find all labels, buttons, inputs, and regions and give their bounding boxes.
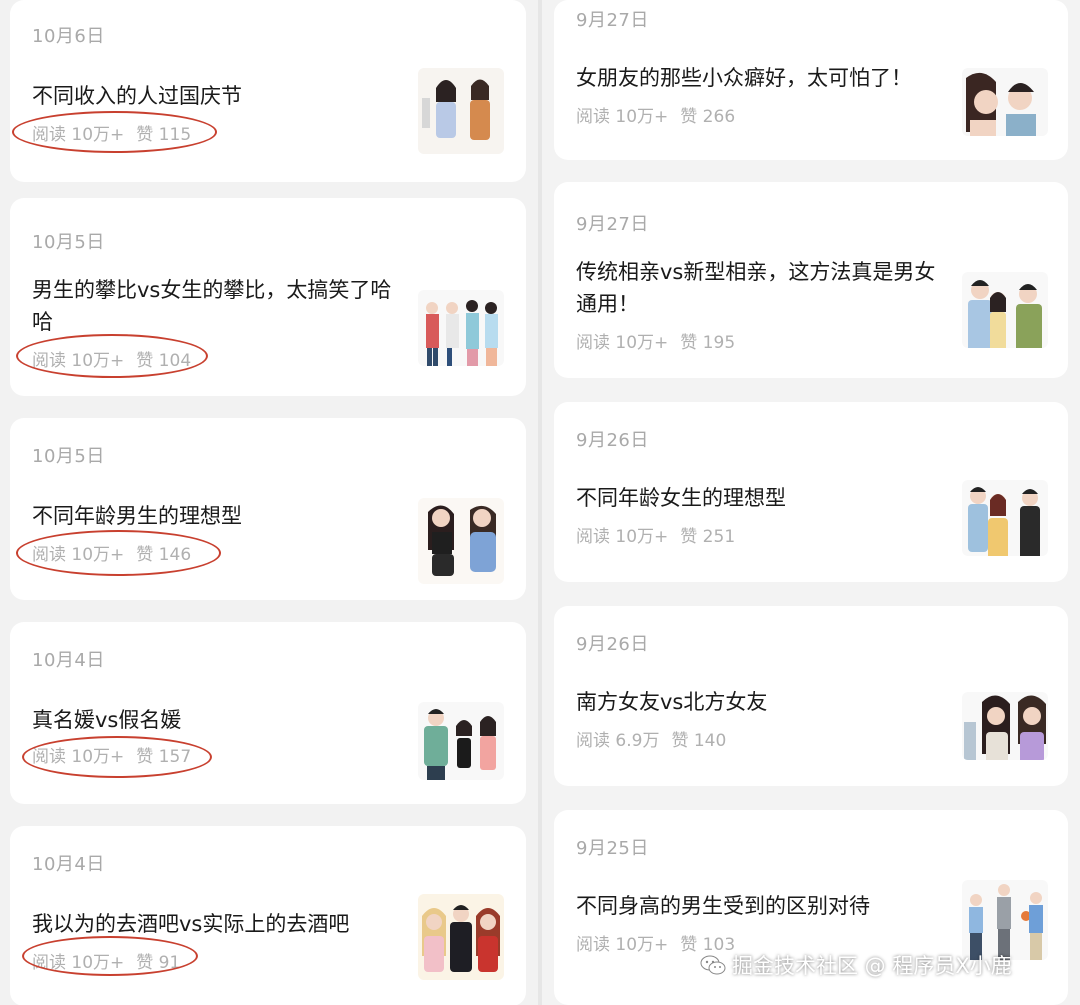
highlight-oval: [16, 334, 208, 378]
read-count: 阅读 10万+: [576, 333, 669, 353]
article-date: 9月26日: [576, 430, 649, 451]
article-date: 9月27日: [576, 214, 649, 235]
article-thumbnail[interactable]: [962, 480, 1048, 556]
article-title: 女朋友的那些小众癖好，太可怕了！: [576, 66, 912, 90]
article-thumbnail[interactable]: [418, 290, 504, 366]
article-title: 真名媛vs假名媛: [32, 708, 182, 732]
illustration-group-of-people-icon: [418, 290, 504, 366]
read-count: 阅读 6.9万: [576, 731, 660, 751]
article-title: 不同年龄男生的理想型: [32, 504, 242, 528]
illustration-man-and-women-icon: [418, 702, 504, 780]
article-thumbnail[interactable]: [962, 692, 1048, 760]
illustration-two-women-icon: [962, 692, 1048, 760]
read-count: 阅读 10万+: [576, 527, 669, 547]
article-date: 9月26日: [576, 634, 649, 655]
article-date: 10月5日: [32, 232, 105, 253]
illustration-two-women-icon: [418, 68, 504, 154]
article-card[interactable]: 9月26日 不同年龄女生的理想型 阅读 10万+ 赞 251: [554, 402, 1068, 582]
article-thumbnail[interactable]: [418, 68, 504, 154]
article-thumbnail[interactable]: [418, 498, 504, 584]
article-stats: 阅读 10万+ 赞 251: [576, 522, 747, 547]
read-count: 阅读 10万+: [576, 935, 669, 955]
article-date: 10月4日: [32, 650, 105, 671]
article-date: 10月4日: [32, 854, 105, 875]
article-card[interactable]: 10月6日 不同收入的人过国庆节 阅读 10万+ 赞 115: [10, 0, 526, 182]
article-stats: 阅读 10万+ 赞 195: [576, 328, 747, 353]
article-card[interactable]: 9月27日 女朋友的那些小众癖好，太可怕了！ 阅读 10万+ 赞 266: [554, 0, 1068, 160]
article-thumbnail[interactable]: [418, 702, 504, 780]
highlight-oval: [22, 736, 212, 778]
article-title: 不同收入的人过国庆节: [32, 84, 242, 108]
article-date: 9月27日: [576, 10, 649, 31]
article-card[interactable]: 10月5日 不同年龄男生的理想型 阅读 10万+ 赞 146: [10, 418, 526, 600]
article-title: 男生的攀比vs女生的攀比，太搞笑了哈哈: [32, 278, 392, 334]
highlight-oval: [16, 530, 221, 576]
like-count: 赞 251: [680, 527, 736, 547]
article-date: 9月25日: [576, 838, 649, 859]
illustration-couple-icon: [962, 480, 1048, 556]
article-card[interactable]: 10月4日 真名媛vs假名媛 阅读 10万+ 赞 157: [10, 622, 526, 804]
article-card[interactable]: 9月26日 南方女友vs北方女友 阅读 6.9万赞 140: [554, 606, 1068, 786]
article-thumbnail[interactable]: [418, 894, 504, 980]
highlight-oval: [12, 111, 217, 153]
wechat-icon: [700, 955, 726, 975]
illustration-two-women-icon: [418, 498, 504, 584]
watermark-text: 掘金技术社区 @ 程序员X小鹿: [732, 954, 1012, 978]
illustration-couple-icon: [962, 68, 1048, 136]
article-card[interactable]: 9月27日 传统相亲vs新型相亲，这方法真是男女通用！ 阅读 10万+ 赞 195: [554, 182, 1068, 378]
article-stats: 阅读 10万+ 赞 266: [576, 102, 747, 127]
article-title: 我以为的去酒吧vs实际上的去酒吧: [32, 912, 350, 936]
article-title: 不同年龄女生的理想型: [576, 486, 786, 510]
like-count: 赞 195: [680, 333, 736, 353]
illustration-bar-group-icon: [418, 894, 504, 980]
article-thumbnail[interactable]: [962, 68, 1048, 136]
right-article-column: 9月27日 女朋友的那些小众癖好，太可怕了！ 阅读 10万+ 赞 266 9月27…: [542, 0, 1080, 1005]
like-count: 赞 140: [671, 731, 727, 751]
article-thumbnail[interactable]: [962, 272, 1048, 348]
read-count: 阅读 10万+: [576, 107, 669, 127]
source-watermark: 掘金技术社区 @ 程序员X小鹿: [700, 945, 1070, 985]
article-date: 10月6日: [32, 26, 105, 47]
article-title: 不同身高的男生受到的区别对待: [576, 894, 870, 918]
like-count: 赞 266: [680, 107, 736, 127]
article-stats: 阅读 6.9万赞 140: [576, 726, 738, 751]
article-title: 传统相亲vs新型相亲，这方法真是男女通用！: [576, 260, 936, 316]
article-card[interactable]: 10月4日 我以为的去酒吧vs实际上的去酒吧 阅读 10万+ 赞 91: [10, 826, 526, 1005]
article-date: 10月5日: [32, 446, 105, 467]
highlight-oval: [22, 936, 198, 976]
left-article-column: 10月6日 不同收入的人过国庆节 阅读 10万+ 赞 115 10月5日 男生的攀…: [0, 0, 538, 1005]
article-title: 南方女友vs北方女友: [576, 690, 768, 714]
article-card[interactable]: 10月5日 男生的攀比vs女生的攀比，太搞笑了哈哈 阅读 10万+ 赞 104: [10, 198, 526, 396]
illustration-couple-icon: [962, 272, 1048, 348]
